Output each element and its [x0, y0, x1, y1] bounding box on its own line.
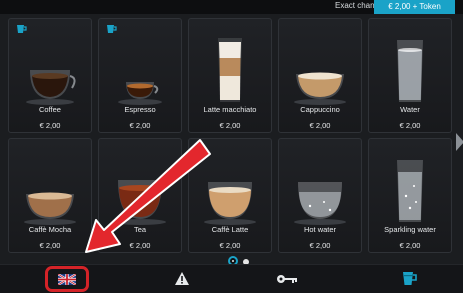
product-name: Espresso	[124, 105, 156, 114]
sparkling-water-glass-icon	[397, 160, 423, 222]
product-tile-espresso[interactable]: Espresso € 2,00	[98, 18, 182, 133]
product-name: Water	[400, 105, 420, 114]
product-price: € 2,00	[399, 241, 421, 250]
latte-macchiato-glass-icon	[218, 38, 242, 102]
product-price: € 2,00	[129, 241, 151, 250]
coffee-cup-icon	[26, 70, 76, 105]
product-name: Hot water	[303, 225, 337, 234]
coffee-pot-icon	[107, 25, 117, 33]
uk-flag-icon	[58, 274, 76, 285]
top-bar: Exact change € 2,00 + Token	[0, 0, 463, 14]
product-name: Cappuccino	[300, 105, 340, 114]
caffe-latte-cup-icon	[204, 182, 256, 225]
language-button[interactable]	[45, 266, 89, 292]
product-tile-hot-water[interactable]: Hot water € 2,00	[278, 138, 362, 253]
product-name: Tea	[133, 225, 147, 234]
coffee-pot-icon[interactable]	[401, 271, 417, 286]
product-name: Latte macchiato	[203, 105, 257, 114]
product-tile-caffe-mocha[interactable]: Caffè Mocha € 2,00	[8, 138, 92, 253]
product-price: € 2,00	[309, 121, 331, 130]
warning-icon[interactable]	[175, 272, 189, 285]
vending-screen: Exact change € 2,00 + Token Coffee € 2,0…	[0, 0, 463, 293]
product-name: Caffè Latte	[211, 225, 249, 234]
product-name: Caffè Mocha	[28, 225, 72, 234]
product-tile-latte-macchiato[interactable]: Latte macchiato € 2,00	[188, 18, 272, 133]
product-price: € 2,00	[219, 241, 241, 250]
product-tile-cappuccino[interactable]: Cappuccino € 2,00	[278, 18, 362, 133]
product-grid: Coffee € 2,00 Espresso € 2,00 Latte macc…	[0, 16, 463, 256]
product-price: € 2,00	[129, 121, 151, 130]
product-tile-tea[interactable]: Tea € 2,00	[98, 138, 182, 253]
water-glass-icon	[397, 40, 423, 102]
coffee-pot-icon	[17, 25, 27, 33]
product-tile-caffe-latte[interactable]: Caffè Latte € 2,00	[188, 138, 272, 253]
mocha-cup-icon	[24, 192, 76, 225]
product-tile-coffee[interactable]: Coffee € 2,00	[8, 18, 92, 133]
espresso-cup-icon	[118, 82, 162, 105]
product-price: € 2,00	[39, 121, 61, 130]
product-price: € 2,00	[39, 241, 61, 250]
product-tile-sparkling-water[interactable]: Sparkling water € 2,00	[368, 138, 452, 253]
product-name: Sparkling water	[384, 225, 436, 234]
product-price: € 2,00	[219, 121, 241, 130]
hot-water-cup-icon	[294, 182, 346, 225]
product-tile-water[interactable]: Water € 2,00	[368, 18, 452, 133]
token-price-badge: € 2,00 + Token	[374, 0, 455, 14]
key-icon[interactable]	[276, 274, 298, 284]
product-name: Coffee	[39, 105, 61, 114]
product-price: € 2,00	[399, 121, 421, 130]
product-price: € 2,00	[309, 241, 331, 250]
cappuccino-cup-icon	[294, 72, 346, 105]
tea-cup-icon	[114, 180, 166, 225]
next-page-arrow[interactable]	[456, 133, 463, 151]
